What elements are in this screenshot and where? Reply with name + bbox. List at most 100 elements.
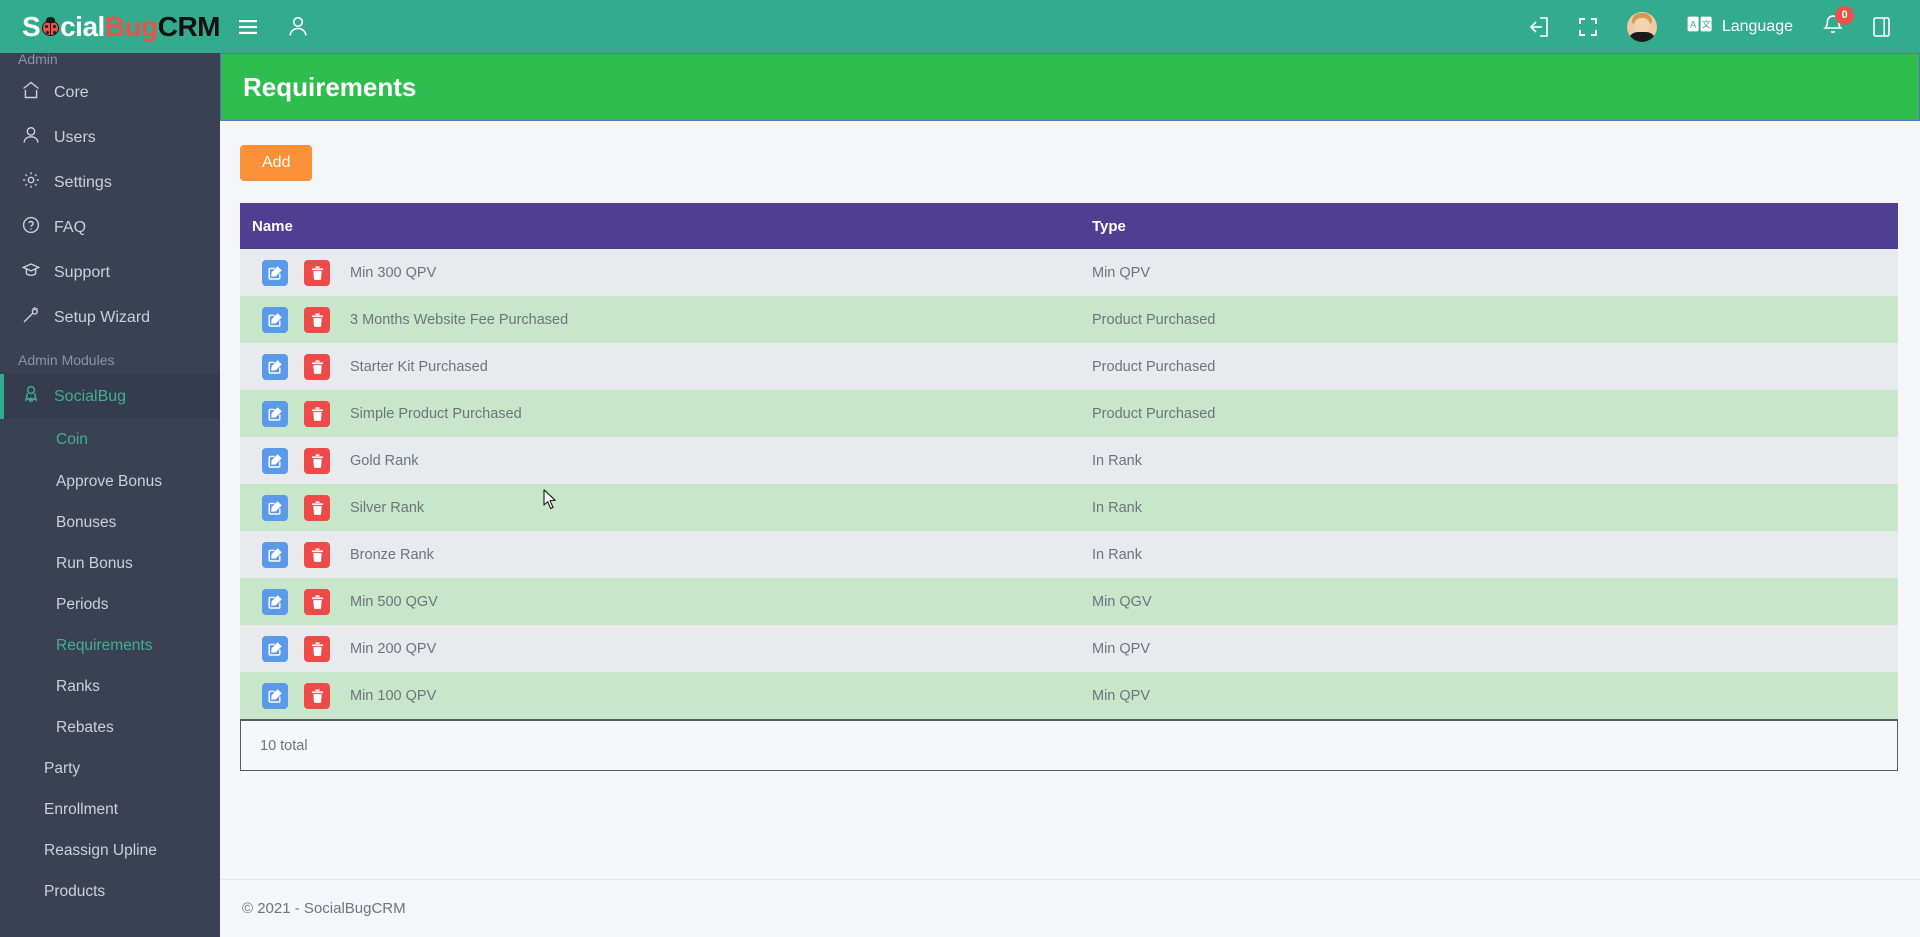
trash-icon[interactable] [304, 306, 330, 333]
hamburger-menu-icon[interactable] [238, 19, 258, 35]
language-selector[interactable]: A文 Language [1687, 16, 1793, 37]
requirements-table: Name Type Min 300 QPV Min QPV 3 Months W… [240, 203, 1898, 719]
trash-icon[interactable] [304, 447, 330, 474]
cell-name: Bronze Rank [240, 531, 1080, 578]
sidebar-item-rebates[interactable]: Rebates [0, 707, 220, 748]
cell-type: Product Purchased [1080, 390, 1898, 437]
sidebar-module-socialbug-group: SocialBug [0, 374, 220, 419]
sidebar-item-approve-bonus[interactable]: Approve Bonus [0, 461, 220, 502]
column-header-name[interactable]: Name [240, 203, 1080, 249]
edit-pencil-icon[interactable] [262, 447, 288, 474]
notifications-bell[interactable]: 0 [1822, 5, 1854, 40]
sidebar-item-periods[interactable]: Periods [0, 584, 220, 625]
cell-type: Min QPV [1080, 672, 1898, 719]
edit-pencil-icon[interactable] [262, 541, 288, 568]
cell-type: In Rank [1080, 531, 1898, 578]
fullscreen-icon[interactable] [1578, 17, 1597, 36]
trash-icon[interactable] [304, 400, 330, 427]
edit-pencil-icon[interactable] [262, 635, 288, 662]
trash-icon[interactable] [304, 494, 330, 521]
cell-type: In Rank [1080, 484, 1898, 531]
edit-pencil-icon[interactable] [262, 588, 288, 615]
trash-icon[interactable] [304, 682, 330, 709]
table-row[interactable]: Silver Rank In Rank [240, 484, 1898, 531]
table-row[interactable]: Min 300 QPV Min QPV [240, 249, 1898, 296]
sidebar-item-label: Setup Wizard [54, 308, 151, 326]
sidebar-item-label: Settings [54, 173, 112, 191]
logo-part-bug: Bug [104, 10, 158, 42]
app-logo[interactable]: Scial Bug CRM [0, 0, 221, 53]
trash-icon[interactable] [304, 588, 330, 615]
add-button[interactable]: Add [240, 145, 313, 181]
book-panel-icon[interactable] [1873, 16, 1890, 37]
logo-part-cial: cial [60, 10, 105, 42]
column-header-type[interactable]: Type [1080, 203, 1898, 249]
page-footer: © 2021 - SocialBugCRM [220, 879, 1920, 937]
cell-name: Silver Rank [240, 484, 1080, 531]
sidebar-item-users[interactable]: Users [0, 115, 220, 160]
sidebar-item-enrollment[interactable]: Enrollment [0, 789, 220, 830]
sidebar-item-label: Core [54, 83, 89, 101]
trash-icon[interactable] [304, 635, 330, 662]
edit-pencil-icon[interactable] [262, 306, 288, 333]
avatar[interactable] [1626, 11, 1657, 42]
edit-pencil-icon[interactable] [262, 494, 288, 521]
row-name-label: Simple Product Purchased [350, 405, 522, 422]
user-icon [22, 126, 40, 149]
sidebar-item-ranks[interactable]: Ranks [0, 666, 220, 707]
logout-icon[interactable] [1527, 16, 1549, 37]
edit-pencil-icon[interactable] [262, 400, 288, 427]
translate-icon: A文 [1687, 16, 1713, 37]
sidebar-section-admin-modules: Admin Modules [18, 352, 115, 368]
sidebar-item-label: SocialBug [54, 387, 127, 405]
sidebar-item-core[interactable]: Core [0, 70, 220, 115]
sidebar-section-admin: Admin [18, 53, 58, 67]
sidebar-item-faq[interactable]: FAQ [0, 205, 220, 250]
trash-icon[interactable] [304, 353, 330, 380]
trash-icon[interactable] [304, 259, 330, 286]
sidebar-item-party[interactable]: Party [0, 748, 220, 789]
table-header-row: Name Type [240, 203, 1898, 249]
sidebar-item-reassign-upline[interactable]: Reassign Upline [0, 830, 220, 871]
main-content: Requirements Add Name Type Min 300 QPV M… [220, 53, 1920, 937]
cell-name: Min 200 QPV [240, 625, 1080, 672]
sidebar-item-label: FAQ [54, 218, 87, 236]
sidebar-item-socialbug[interactable]: SocialBug [4, 374, 220, 419]
sidebar-subsection-coin[interactable]: Coin [0, 419, 220, 461]
cell-type: Min QPV [1080, 625, 1898, 672]
copyright-label: © 2021 - SocialBugCRM [242, 900, 406, 917]
table-row[interactable]: 3 Months Website Fee Purchased Product P… [240, 296, 1898, 343]
sidebar-item-label: Support [54, 263, 111, 281]
table-row[interactable]: Min 100 QPV Min QPV [240, 672, 1898, 719]
table-row[interactable]: Bronze Rank In Rank [240, 531, 1898, 578]
sidebar-item-bonuses[interactable]: Bonuses [0, 502, 220, 543]
sidebar-item-requirements[interactable]: Requirements [0, 625, 220, 666]
cell-name: 3 Months Website Fee Purchased [240, 296, 1080, 343]
cell-name: Simple Product Purchased [240, 390, 1080, 437]
cell-type: Product Purchased [1080, 296, 1898, 343]
magic-wand-icon [22, 306, 40, 329]
table-head: Name Type [240, 203, 1898, 249]
table-row[interactable]: Starter Kit Purchased Product Purchased [240, 343, 1898, 390]
row-name-label: Min 100 QPV [350, 687, 437, 704]
sidebar-item-settings[interactable]: Settings [0, 160, 220, 205]
row-name-label: Bronze Rank [350, 546, 434, 563]
question-circle-icon [22, 216, 40, 239]
sidebar-item-run-bonus[interactable]: Run Bonus [0, 543, 220, 584]
table-row[interactable]: Gold Rank In Rank [240, 437, 1898, 484]
table-footer: 10 total [240, 719, 1898, 771]
user-outline-icon[interactable] [288, 16, 308, 37]
sidebar-item-support[interactable]: Support [0, 250, 220, 295]
sidebar-item-products[interactable]: Products [0, 871, 220, 912]
edit-pencil-icon[interactable] [262, 259, 288, 286]
trash-icon[interactable] [304, 541, 330, 568]
table-row[interactable]: Min 200 QPV Min QPV [240, 625, 1898, 672]
table-row[interactable]: Simple Product Purchased Product Purchas… [240, 390, 1898, 437]
edit-pencil-icon[interactable] [262, 682, 288, 709]
edit-pencil-icon[interactable] [262, 353, 288, 380]
gear-icon [22, 171, 40, 194]
ladybug-icon [41, 17, 60, 36]
table-row[interactable]: Min 500 QGV Min QGV [240, 578, 1898, 625]
sidebar-item-setup-wizard[interactable]: Setup Wizard [0, 295, 220, 340]
row-name-label: Min 500 QGV [350, 593, 438, 610]
